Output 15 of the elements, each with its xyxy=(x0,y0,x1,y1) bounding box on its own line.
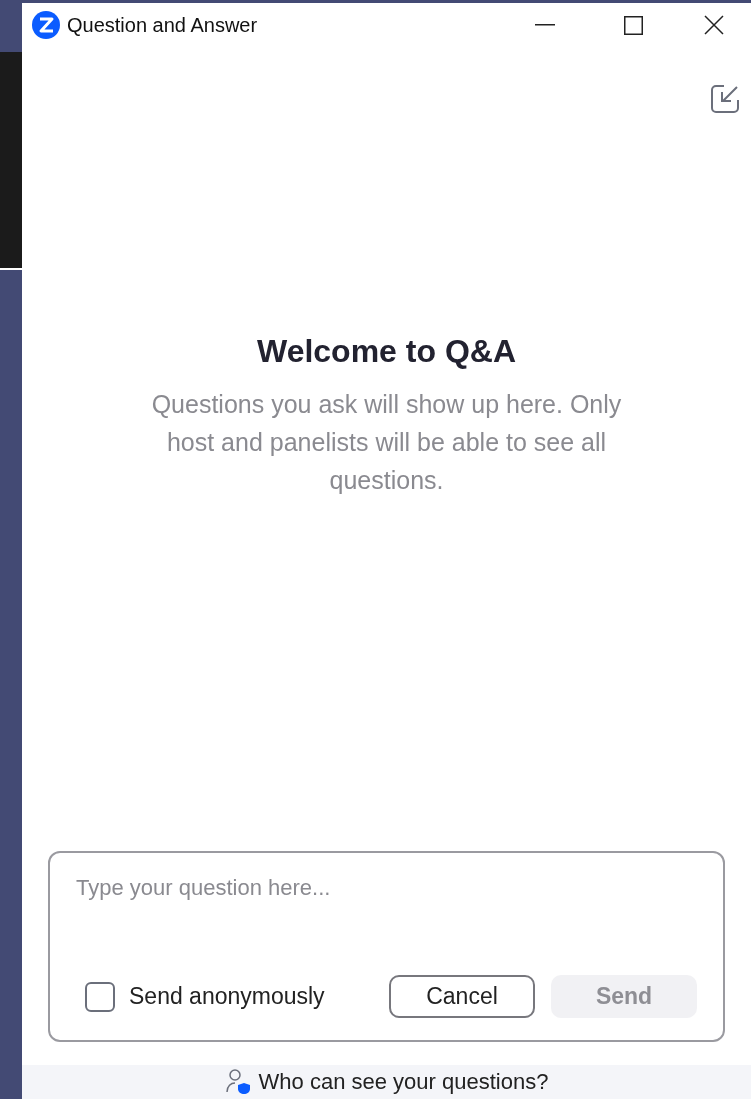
anonymous-checkbox[interactable] xyxy=(85,981,115,1012)
who-can-see-link[interactable]: Who can see your questions? xyxy=(258,1068,549,1096)
welcome-title: Welcome to Q&A xyxy=(257,332,516,371)
close-icon xyxy=(704,15,724,35)
welcome-message: Questions you ask will show up here. Only host and panelists will be able to see all questions. xyxy=(150,389,623,496)
arrow-in-box-icon xyxy=(710,84,740,114)
anonymous-label: Send anonymously xyxy=(129,982,325,1012)
cancel-button[interactable]: Cancel xyxy=(389,975,535,1018)
anonymous-checkbox-row[interactable]: Send anonymously xyxy=(85,979,325,1014)
minimize-icon xyxy=(535,24,555,26)
app-logo-icon xyxy=(32,11,60,39)
pop-in-button[interactable] xyxy=(709,83,741,115)
maximize-icon xyxy=(623,15,643,35)
person-shield-icon xyxy=(224,1068,253,1094)
window-title: Question and Answer xyxy=(67,13,258,38)
